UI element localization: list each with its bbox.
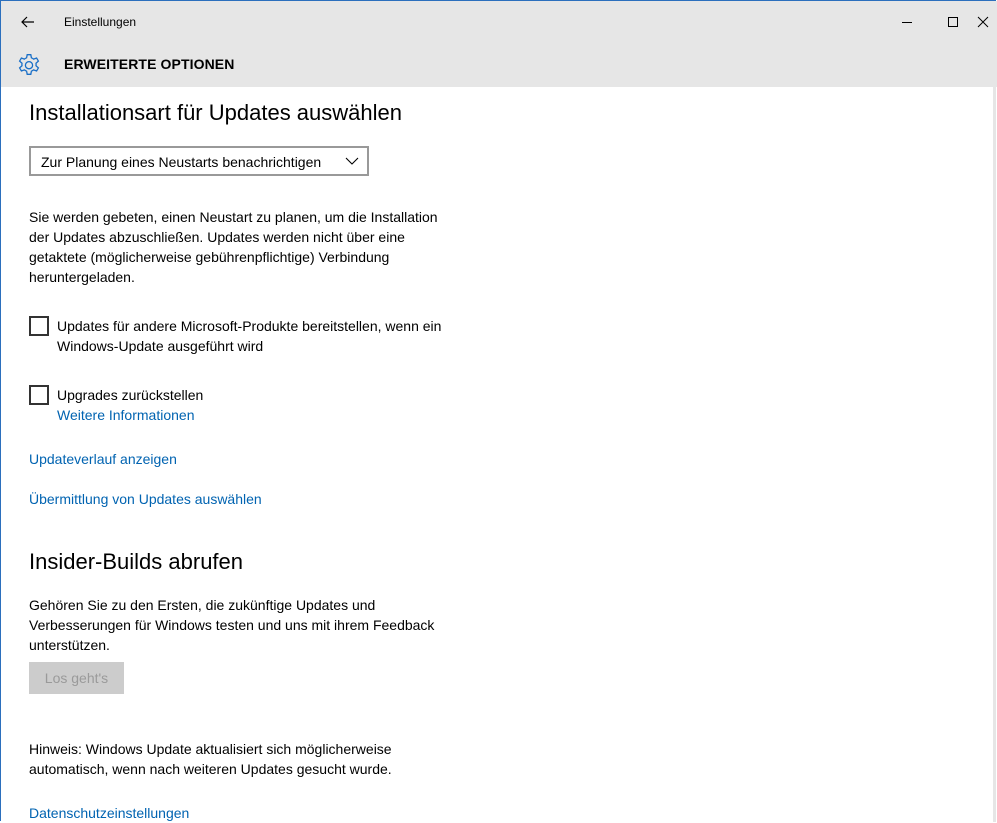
section-heading-install: Installationsart für Updates auswählen (29, 100, 402, 125)
close-button[interactable] (977, 9, 997, 35)
section-heading-insider: Insider-Builds abrufen (29, 549, 244, 574)
privacy-settings-link[interactable]: Datenschutzeinstellungen (29, 803, 189, 823)
back-button[interactable] (15, 9, 41, 35)
description-line: heruntergeladen. (29, 269, 135, 285)
scrollbar[interactable] (993, 87, 996, 822)
get-started-button[interactable]: Los geht's (29, 662, 124, 694)
back-arrow-icon (21, 16, 34, 28)
update-note: Hinweis: Windows Update aktualisiert sic… (29, 739, 479, 779)
minimize-icon (902, 22, 912, 23)
checkbox-label-line: Updates für andere Microsoft-Produkte be… (57, 318, 442, 334)
description-line: unterstützen. (29, 637, 110, 653)
chevron-down-icon (345, 157, 359, 165)
maximize-button[interactable] (933, 9, 973, 35)
close-icon (977, 16, 989, 28)
minimize-button[interactable] (887, 9, 927, 35)
checkbox-other-products[interactable]: Updates für andere Microsoft-Produkte be… (29, 316, 479, 356)
update-history-link[interactable]: Updateverlauf anzeigen (29, 449, 177, 469)
install-type-dropdown[interactable]: Zur Planung eines Neustarts benachrichti… (29, 146, 369, 176)
maximize-icon (948, 17, 958, 27)
checkbox-defer-upgrades[interactable]: Upgrades zurückstellen (29, 385, 479, 405)
note-line: Hinweis: Windows Update aktualisiert sic… (29, 741, 392, 757)
description-line: Verbesserungen für Windows testen und un… (29, 617, 435, 633)
more-info-link[interactable]: Weitere Informationen (57, 405, 194, 425)
dropdown-selected-value: Zur Planung eines Neustarts benachrichti… (41, 154, 322, 170)
title-bar: Einstellungen (1, 1, 997, 42)
checkbox-label-line: Windows-Update ausgeführt wird (57, 338, 264, 354)
description-line: der Updates abzuschließen. Updates werde… (29, 229, 405, 245)
delivery-optimization-link[interactable]: Übermittlung von Updates auswählen (29, 489, 262, 509)
settings-window: Einstellungen ERWEITERTE OPTIONEN Instal… (0, 0, 997, 823)
description-line: getaktete (möglicherweise gebührenpflich… (29, 249, 390, 265)
page-title: ERWEITERTE OPTIONEN (64, 56, 235, 72)
description-line: Sie werden gebeten, einen Neustart zu pl… (29, 209, 438, 225)
checkbox-box[interactable] (29, 316, 49, 336)
gear-icon (18, 54, 40, 75)
checkbox-label: Updates für andere Microsoft-Produkte be… (57, 316, 497, 356)
insider-description: Gehören Sie zu den Ersten, die zukünftig… (29, 595, 479, 655)
checkbox-box[interactable] (29, 385, 49, 405)
description-line: Gehören Sie zu den Ersten, die zukünftig… (29, 597, 376, 613)
note-line: automatisch, wenn nach weiteren Updates … (29, 761, 392, 777)
page-header: ERWEITERTE OPTIONEN (1, 42, 997, 87)
app-title: Einstellungen (64, 15, 137, 29)
checkbox-label: Upgrades zurückstellen (57, 387, 204, 403)
install-description: Sie werden gebeten, einen Neustart zu pl… (29, 207, 479, 287)
